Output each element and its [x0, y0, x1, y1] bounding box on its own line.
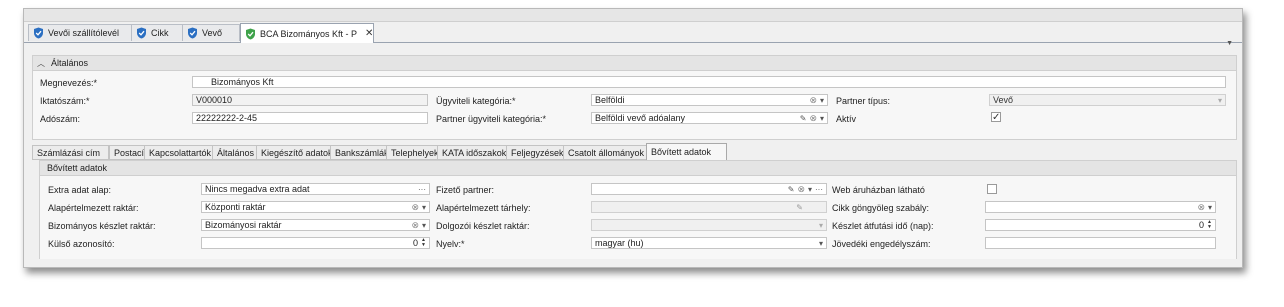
chevron-down-icon: ▾ [1217, 95, 1222, 105]
clear-circle-icon[interactable]: ⊗ [411, 220, 419, 230]
consignment-warehouse-select[interactable]: Bizományosi raktár ⊗ ▾ [201, 219, 430, 231]
partner-category-select[interactable]: Belföldi vevő adóalany ✎ ⊗ ▾ [591, 112, 828, 124]
clear-circle-icon[interactable]: ⊗ [1197, 202, 1205, 212]
pencil-icon[interactable]: ✎ [788, 185, 795, 194]
tab-label: Vevő [202, 28, 223, 38]
pencil-icon: ✎ [796, 202, 803, 212]
spinner-icon[interactable]: ▲ ▼ [421, 238, 426, 248]
employee-warehouse-select: ▾ [591, 219, 827, 231]
excise-license-label: Jövedéki engedélyszám: [832, 239, 931, 249]
chevron-down-icon[interactable]: ▾ [820, 114, 824, 123]
webshop-visible-label: Web áruházban látható [832, 185, 925, 195]
external-id-stepper[interactable]: 0 ▲ ▼ [201, 237, 430, 249]
spinner-icon[interactable]: ▲ ▼ [1207, 220, 1212, 230]
tab-label: BCA Bizományos Kft - P [260, 28, 358, 39]
packaging-rule-label: Cikk göngyöleg szabály: [832, 203, 930, 213]
active-checkbox[interactable]: ✓ [991, 112, 1001, 123]
chevron-down-icon[interactable]: ▾ [819, 239, 823, 248]
chevron-down-icon[interactable]: ▼ [1226, 40, 1233, 47]
registration-number-field[interactable]: V000010 [192, 94, 428, 106]
ellipsis-icon[interactable]: ··· [815, 185, 823, 194]
partner-type-label: Partner típus: [836, 96, 891, 106]
lead-time-label: Készlet átfutási idő (nap): [832, 221, 934, 231]
general-group-header[interactable]: ︿ Általános [33, 56, 1236, 71]
tab-kapcsolattartok[interactable]: Kapcsolattartók [144, 145, 221, 160]
shield-icon [137, 27, 146, 39]
tab-csatolt-allomanyok[interactable]: Csatolt állományok [563, 145, 655, 160]
language-select[interactable]: magyar (hu) ▾ [591, 237, 827, 249]
tab-szamlazasi-cim[interactable]: Számlázási cím [32, 145, 109, 160]
excise-license-field[interactable] [985, 237, 1216, 249]
clear-circle-icon[interactable]: ⊗ [809, 113, 817, 123]
name-field[interactable]: Bizományos Kft [192, 76, 1226, 88]
tab-bovitett-adatok[interactable]: Bővített adatok [646, 143, 727, 160]
tab-bca-bizomanyos[interactable]: BCA Bizományos Kft - P ✕ [240, 23, 374, 43]
app-window: Vevői szállítólevél Cikk Vevő BCA Bizomá… [23, 8, 1243, 268]
category-select[interactable]: Belföldi ⊗ ▾ [591, 94, 828, 106]
tax-number-field[interactable]: 22222222-2-45 [192, 112, 428, 124]
default-storage-field: ✎ [591, 201, 827, 213]
clear-circle-icon[interactable]: ⊗ [797, 184, 805, 194]
partner-type-select[interactable]: Vevő ▾ [989, 94, 1226, 106]
chevron-down-icon[interactable]: ▾ [808, 185, 812, 194]
pencil-icon[interactable]: ✎ [800, 114, 807, 123]
tab-kata-idoszakok[interactable]: KATA időszakok [437, 145, 515, 160]
tab-label: Cikk [151, 28, 169, 38]
general-group: ︿ Általános Megnevezés:* Bizományos Kft … [32, 55, 1237, 140]
chevron-down-icon[interactable]: ▾ [820, 96, 824, 105]
extended-group-header: Bővített adatok [40, 161, 1236, 176]
tab-cikk[interactable]: Cikk [131, 24, 185, 41]
packaging-rule-select[interactable]: ⊗ ▾ [985, 201, 1216, 213]
document-tab-bar: Vevői szállítólevél Cikk Vevő BCA Bizomá… [24, 22, 1242, 47]
payer-partner-label: Fizető partner: [436, 185, 495, 195]
default-storage-label: Alapértelmezett tárhely: [436, 203, 531, 213]
shield-icon [246, 28, 255, 39]
ellipsis-icon[interactable]: ··· [418, 185, 426, 194]
tax-label: Adószám: [40, 114, 81, 124]
partner-category-label: Partner ügyviteli kategória:* [436, 114, 547, 124]
extra-data-field[interactable]: Nincs megadva extra adat ··· [201, 183, 430, 195]
tab-vevo[interactable]: Vevő [182, 24, 240, 41]
group-title: Általános [51, 58, 89, 68]
employee-warehouse-label: Dolgozói készlet raktár: [436, 221, 530, 231]
shield-icon [188, 27, 197, 39]
clear-circle-icon[interactable]: ⊗ [411, 202, 419, 212]
bottom-bar [24, 259, 1242, 267]
tab-kiegeszito-adatok[interactable]: Kiegészítő adatok [256, 145, 339, 160]
consignment-warehouse-label: Bizományos készlet raktár: [48, 221, 156, 231]
group-title: Bővített adatok [47, 163, 108, 173]
language-label: Nyelv:* [436, 239, 465, 249]
shield-icon [34, 27, 43, 39]
chevron-up-icon: ︿ [37, 58, 45, 68]
name-label: Megnevezés:* [40, 78, 98, 88]
reg-label: Iktatószám:* [40, 96, 90, 106]
chevron-down-icon[interactable]: ▾ [422, 203, 426, 212]
tab-label: Vevői szállítólevél [48, 28, 120, 38]
payer-partner-field[interactable]: ✎ ⊗ ▾ ··· [591, 183, 827, 195]
close-icon[interactable]: ✕ [365, 28, 373, 39]
default-warehouse-label: Alapértelmezett raktár: [48, 203, 139, 213]
default-warehouse-select[interactable]: Központi raktár ⊗ ▾ [201, 201, 430, 213]
extra-data-label: Extra adat alap: [48, 185, 112, 195]
extended-data-group: Bővített adatok Extra adat alap: Nincs m… [39, 160, 1237, 262]
active-label: Aktív [836, 114, 857, 124]
top-strip [24, 9, 1242, 22]
chevron-down-icon[interactable]: ▾ [1208, 203, 1212, 212]
category-label: Ügyviteli kategória:* [436, 96, 516, 106]
chevron-down-icon: ▾ [818, 220, 823, 230]
clear-circle-icon[interactable]: ⊗ [809, 95, 817, 105]
webshop-visible-checkbox[interactable] [987, 184, 997, 194]
tab-vevoi-szallitolevel[interactable]: Vevői szállítólevél [28, 24, 135, 41]
chevron-down-icon[interactable]: ▾ [422, 221, 426, 230]
lead-time-stepper[interactable]: 0 ▲ ▼ [985, 219, 1216, 231]
external-id-label: Külső azonosító: [48, 239, 115, 249]
